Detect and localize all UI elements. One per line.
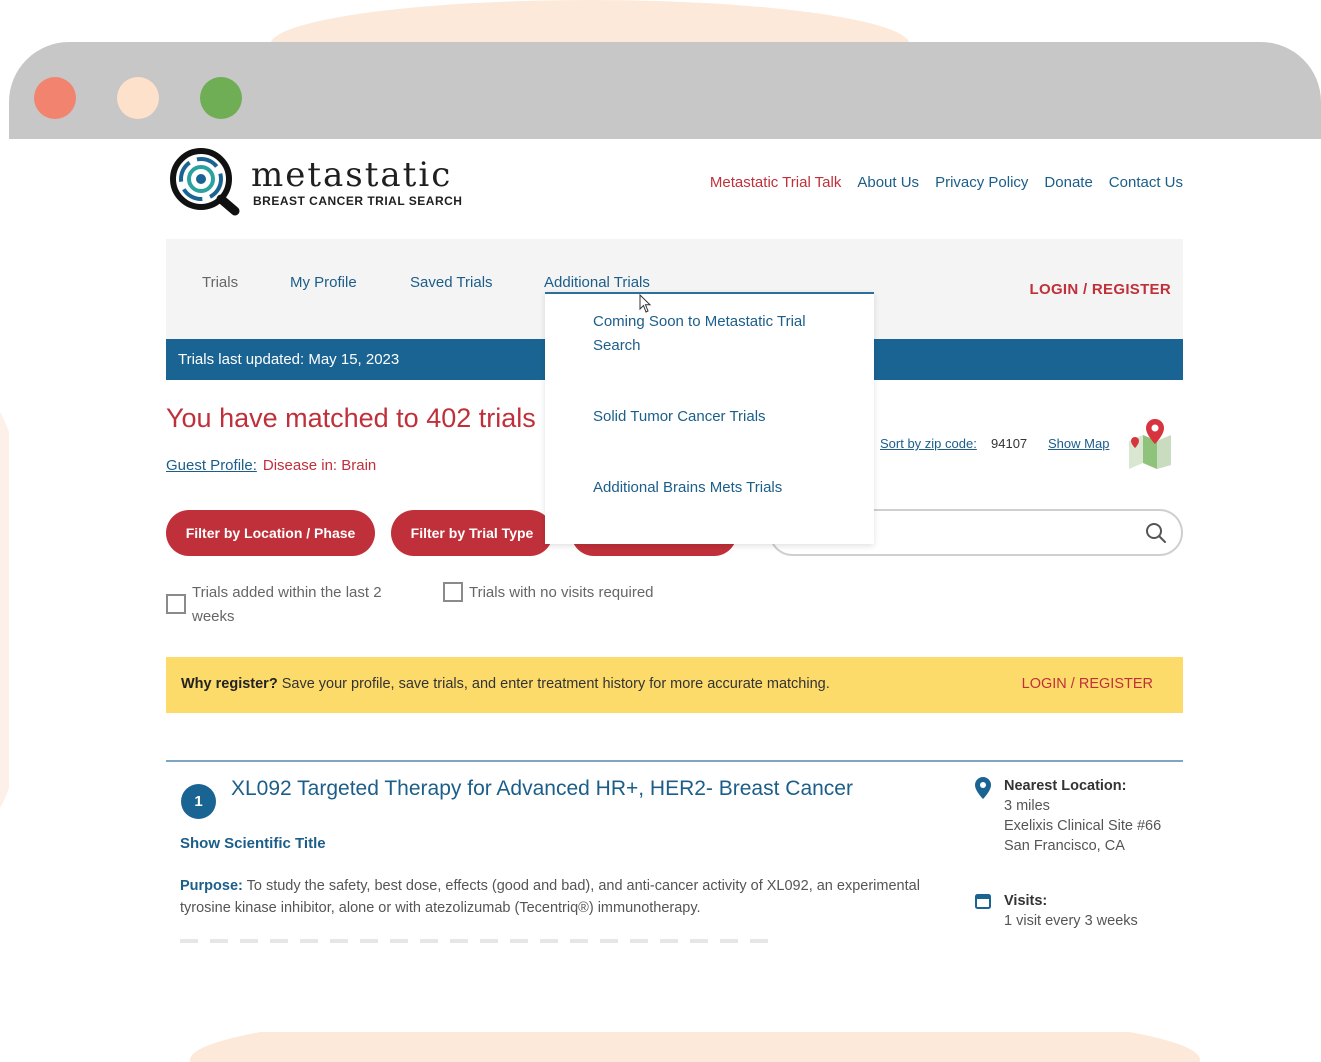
maximize-window-button[interactable] <box>200 77 242 119</box>
guest-profile-link[interactable]: Guest Profile: <box>166 457 257 474</box>
top-navigation: Metastatic Trial Talk About Us Privacy P… <box>710 174 1183 191</box>
filter-trial-type-button[interactable]: Filter by Trial Type <box>391 510 553 556</box>
trial-number-badge: 1 <box>181 784 216 819</box>
register-banner-login-link[interactable]: LOGIN / REGISTER <box>1022 676 1153 692</box>
map-icon[interactable] <box>1125 417 1175 469</box>
no-visits-label: Trials with no visits required <box>469 584 654 601</box>
tab-trials[interactable]: Trials <box>202 274 238 291</box>
tab-my-profile[interactable]: My Profile <box>290 274 357 291</box>
dropdown-item-solid-tumor[interactable]: Solid Tumor Cancer Trials <box>593 405 853 429</box>
visits-label: Visits: <box>1004 893 1048 909</box>
register-message-bold: Why register? <box>181 676 278 692</box>
additional-trials-dropdown: Coming Soon to Metastatic Trial Search S… <box>545 292 874 544</box>
nearest-location-block: Nearest Location: 3 miles Exelixis Clini… <box>1004 776 1164 856</box>
matched-count-heading: You have matched to 402 trials <box>166 403 536 433</box>
disease-value: Disease in: Brain <box>262 457 377 474</box>
trial-purpose: Purpose: To study the safety, best dose,… <box>180 875 920 919</box>
brand-title: metastatic <box>251 155 453 195</box>
register-message-text: Save your profile, save trials, and ente… <box>277 676 830 692</box>
calendar-icon <box>975 894 991 909</box>
nav-login-register[interactable]: LOGIN / REGISTER <box>1030 281 1171 298</box>
purpose-text: To study the safety, best dose, effects … <box>180 878 920 916</box>
visits-block: Visits: 1 visit every 3 weeks <box>1004 891 1138 931</box>
visits-frequency: 1 visit every 3 weeks <box>1004 913 1138 929</box>
location-site: Exelixis Clinical Site #66 <box>1004 818 1162 834</box>
magnifier-logo-icon <box>170 148 240 216</box>
last-updated-text: Trials last updated: May 15, 2023 <box>178 351 400 368</box>
no-visits-checkbox[interactable] <box>443 582 463 602</box>
results-divider <box>166 760 1183 762</box>
register-banner: Why register? Save your profile, save tr… <box>166 657 1183 713</box>
sort-by-zip-link[interactable]: Sort by zip code: <box>880 436 977 451</box>
page-content: metastatic BREAST CANCER TRIAL SEARCH Me… <box>9 139 1321 1032</box>
nav-link-about[interactable]: About Us <box>857 174 919 191</box>
location-distance: 3 miles <box>1004 798 1050 814</box>
filter-location-phase-button[interactable]: Filter by Location / Phase <box>166 510 375 556</box>
nav-link-contact[interactable]: Contact Us <box>1109 174 1183 191</box>
trial-title-link[interactable]: XL092 Targeted Therapy for Advanced HR+,… <box>231 777 853 801</box>
show-map-link[interactable]: Show Map <box>1048 436 1109 451</box>
zip-code-value: 94107 <box>991 436 1028 451</box>
minimize-window-button[interactable] <box>117 77 159 119</box>
recent-trials-checkbox[interactable] <box>166 594 186 614</box>
site-logo[interactable]: metastatic BREAST CANCER TRIAL SEARCH <box>169 147 469 227</box>
purpose-label: Purpose: <box>180 878 243 894</box>
tab-additional-trials[interactable]: Additional Trials <box>544 274 650 291</box>
truncated-text-line <box>180 939 770 943</box>
nav-link-trial-talk[interactable]: Metastatic Trial Talk <box>710 174 841 191</box>
location-city: San Francisco, CA <box>1004 838 1125 854</box>
search-icon[interactable] <box>1145 522 1167 544</box>
dropdown-item-brain-mets[interactable]: Additional Brains Mets Trials <box>593 476 853 500</box>
close-window-button[interactable] <box>34 77 76 119</box>
window-titlebar <box>9 42 1321 139</box>
nearest-location-label: Nearest Location: <box>1004 778 1127 794</box>
mouse-cursor-icon <box>639 294 652 313</box>
nav-link-privacy[interactable]: Privacy Policy <box>935 174 1028 191</box>
location-pin-icon <box>975 777 991 799</box>
show-scientific-title-link[interactable]: Show Scientific Title <box>180 835 326 852</box>
register-message: Why register? Save your profile, save tr… <box>181 676 830 692</box>
brand-subtitle: BREAST CANCER TRIAL SEARCH <box>253 194 463 208</box>
browser-window: metastatic BREAST CANCER TRIAL SEARCH Me… <box>9 42 1321 1032</box>
tab-saved-trials[interactable]: Saved Trials <box>410 274 493 291</box>
recent-trials-label-line2: weeks <box>192 608 235 625</box>
recent-trials-label: Trials added within the last 2 weeks <box>192 581 382 629</box>
dropdown-item-coming-soon[interactable]: Coming Soon to Metastatic Trial Search <box>593 310 853 358</box>
recent-trials-label-line1: Trials added within the last 2 <box>192 584 382 601</box>
nav-link-donate[interactable]: Donate <box>1044 174 1092 191</box>
profile-summary: Guest Profile: Disease in: Brain <box>166 457 376 474</box>
